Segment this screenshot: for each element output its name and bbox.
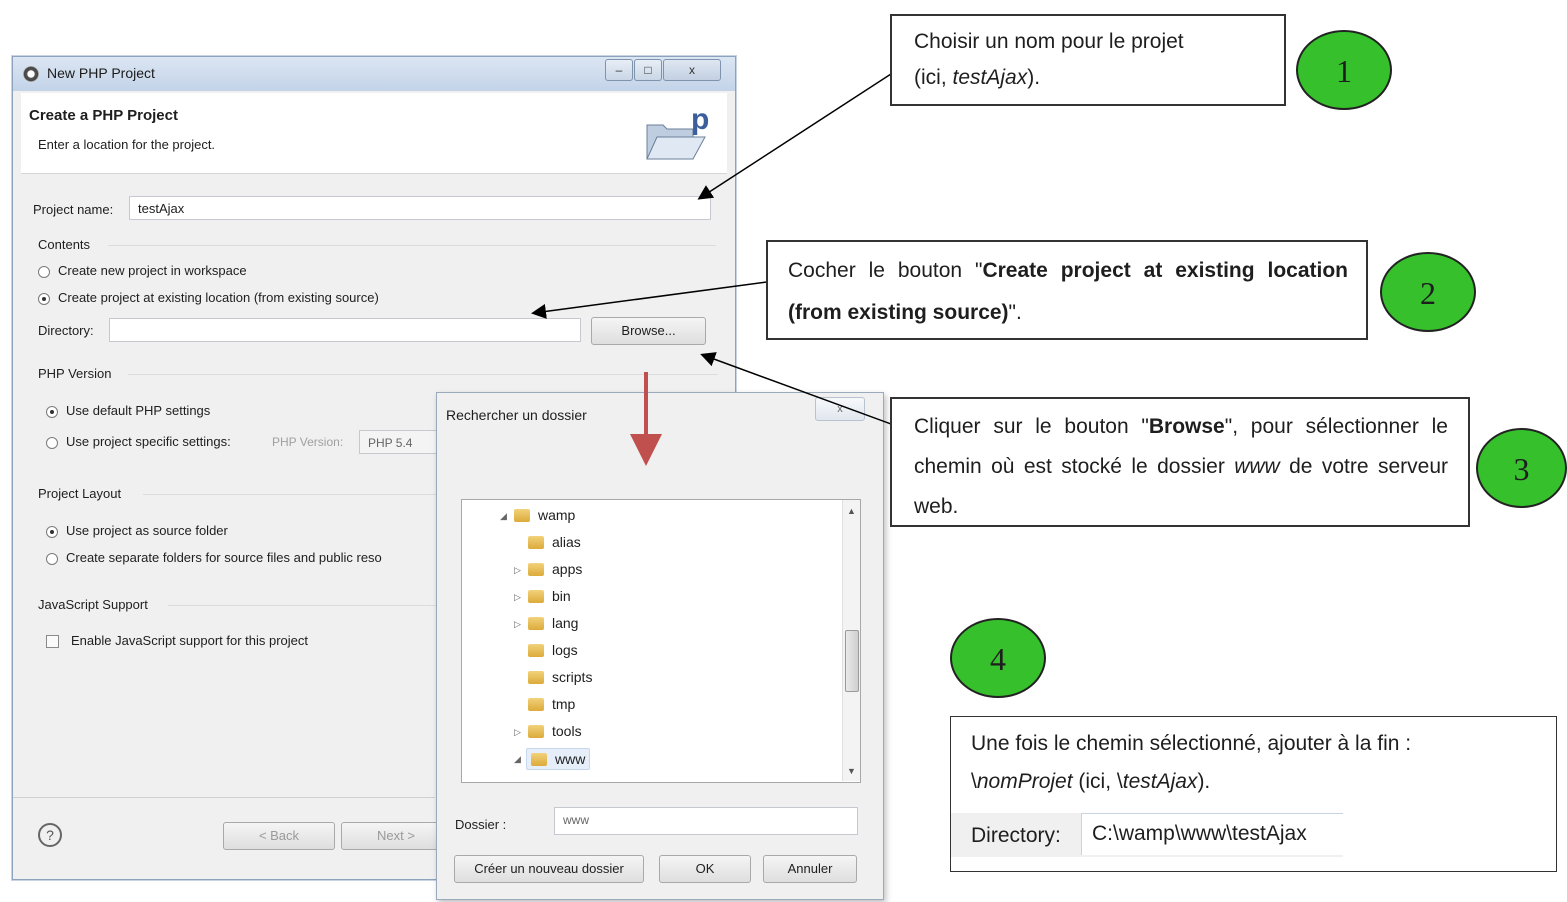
callout-3-text-em: www: [1234, 455, 1280, 478]
callout-2-number: 2: [1380, 252, 1476, 332]
callout-1-text-em: testAjax: [952, 66, 1028, 89]
callout-2-text-a: Cocher le bouton ": [788, 259, 983, 282]
directory-example-input: C:\wamp\www\testAjax: [1081, 813, 1343, 855]
callout-1-text-b: (ici,: [914, 66, 953, 89]
arrow-1: [697, 73, 892, 200]
directory-example-label: Directory:: [971, 824, 1061, 847]
callout-2-text-c: ".: [1008, 301, 1022, 324]
callout-1-text-a: Choisir un nom pour le projet: [914, 30, 1184, 53]
directory-example: Directory: C:\wamp\www\testAjax: [951, 813, 1343, 857]
callout-4-number: 4: [950, 618, 1046, 698]
callout-4-line1: Une fois le chemin sélectionné, ajouter …: [971, 732, 1412, 755]
callout-3-box: Cliquer sur le bouton "Browse", pour sél…: [890, 397, 1470, 527]
callout-2-box: Cocher le bouton "Create project at exis…: [766, 240, 1368, 340]
callout-1-text-c: ).: [1027, 66, 1041, 89]
callout-1-box: Choisir un nom pour le projet (ici, test…: [890, 14, 1286, 106]
callout-3-number: 3: [1476, 428, 1567, 508]
callout-4-box: Une fois le chemin sélectionné, ajouter …: [950, 716, 1557, 872]
arrow-3: [700, 352, 892, 425]
callout-1-number: 1: [1296, 30, 1392, 110]
callout-3-text-strong: Browse: [1148, 415, 1225, 438]
callout-3-text-a: Cliquer sur le bouton ": [914, 415, 1149, 438]
arrow-2: [531, 281, 768, 319]
